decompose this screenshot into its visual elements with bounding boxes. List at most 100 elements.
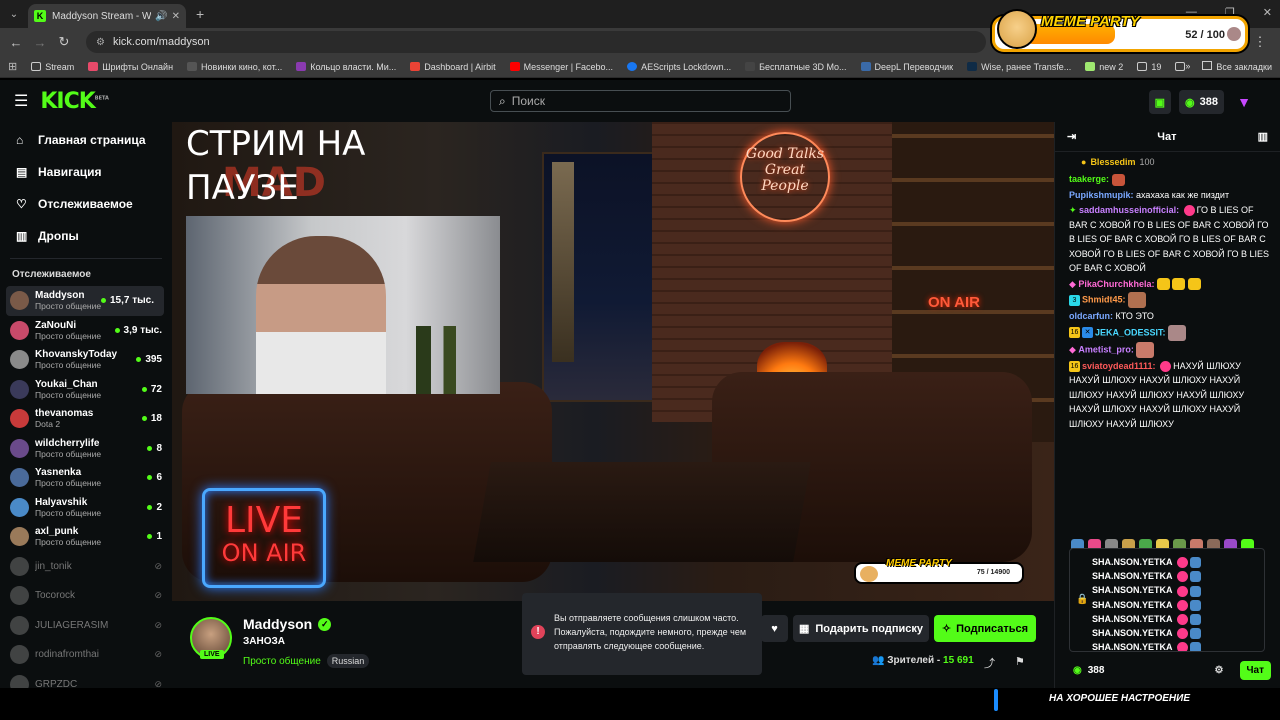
sidebar-channel-item[interactable]: wildcherrylife Просто общение 8	[0, 434, 172, 464]
search-input[interactable]: ⌕ Поиск	[490, 90, 791, 112]
bookmark-item[interactable]: Stream	[31, 62, 74, 72]
audio-icon[interactable]: 🔊	[155, 11, 167, 22]
bookmark-item[interactable]: Бесплатные 3D Mo...	[745, 62, 847, 72]
gift-icon: ▦	[798, 623, 810, 635]
bookmark-item[interactable]: new 2	[1085, 62, 1123, 72]
sidebar-channel-item[interactable]: Youkai_Chan Просто общение 72	[0, 375, 172, 405]
bookmarks-bar: ⊞ Stream Шрифты Онлайн Новинки кино, кот…	[0, 56, 1280, 78]
chat-users-icon[interactable]: ▥	[1258, 130, 1268, 143]
follow-button[interactable]: ✧ Подписаться	[934, 615, 1036, 642]
chat-message[interactable]: ◆ PikaChurchkhela:	[1069, 277, 1270, 292]
share-icon[interactable]: ⤴	[984, 655, 995, 671]
sidebar-channel-item[interactable]: KhovanskyToday Просто общение 395	[0, 345, 172, 375]
channel-viewer-count: 6	[156, 472, 162, 484]
browser-menu-icon[interactable]: ⋮	[1248, 34, 1272, 50]
channel-viewers: 395	[136, 354, 162, 365]
channel-avatar	[10, 527, 29, 547]
chat-input-line-text: SHA.NSON.YETKA	[1092, 571, 1173, 582]
bookmark-item[interactable]: AEScripts Lockdown...	[627, 62, 731, 72]
url-field[interactable]: ⚙ kick.com/maddyson	[86, 31, 986, 53]
youtube-icon	[509, 62, 520, 71]
kick-logo[interactable]: KICKBETA	[40, 89, 109, 114]
gift-sub-button[interactable]: ▦ Подарить подписку	[793, 615, 929, 642]
forward-icon[interactable]: →	[28, 35, 52, 50]
close-window-icon[interactable]: ✕	[1263, 6, 1272, 19]
sidebar-channel-item[interactable]: thevanomas Dota 2 18	[0, 404, 172, 434]
chat-message[interactable]: Pupikshmupik: ахахаха как же пиздит	[1069, 188, 1270, 203]
bookmark-item[interactable]: Шрифты Онлайн	[88, 62, 173, 72]
emote	[1176, 642, 1188, 651]
video-player[interactable]: MAD СТРИМ НА ПАУЗЕ Good Talks Great Peop…	[172, 122, 1054, 601]
doge-icon	[997, 9, 1037, 49]
chat-message[interactable]: ◆ Ametist_pro:	[1069, 341, 1270, 358]
chat-message[interactable]: taakerge:	[1069, 172, 1270, 187]
tab-list-dropdown-icon[interactable]: ⌄	[0, 0, 28, 28]
dashboard-icon: ▣	[1154, 96, 1166, 109]
sidebar-channel-item[interactable]: JULIAGERASIM ⊘	[0, 611, 172, 641]
folder-icon	[1175, 62, 1186, 71]
points-value: 388	[1199, 96, 1218, 108]
settings-icon[interactable]: ⚙	[1215, 665, 1224, 676]
folder-icon	[1202, 61, 1213, 70]
bookmark-item[interactable]: Кольцо власти. Ми...	[296, 62, 396, 72]
sidebar-channel-item[interactable]: Yasnenka Просто общение 6	[0, 463, 172, 493]
chat-message[interactable]: ✦ saddamhusseinofficial: ГО В LIES OF BA…	[1069, 203, 1270, 276]
sidebar-channel-item[interactable]: Maddyson Просто общение 15,7 тыс.	[6, 286, 164, 316]
channel-name: axl_punk	[35, 526, 79, 538]
points-button[interactable]: ◉ 388	[1179, 90, 1224, 114]
live-dot-icon	[141, 416, 147, 422]
bookmark-item[interactable]: Wise, ранее Transfe...	[967, 62, 1071, 72]
chat-message[interactable]: 16 sviatoydead1111: НАХУЙ ШЛЮХУ НАХУЙ ШЛЮ…	[1069, 359, 1270, 432]
all-bookmarks[interactable]: Все закладки	[1202, 61, 1272, 72]
sidebar-channel-item[interactable]: Halyavshik Просто общение 2	[0, 493, 172, 523]
streamer-figure	[256, 236, 386, 394]
heart-icon: ♥	[771, 622, 778, 635]
bookmark-item[interactable]: 19	[1137, 62, 1161, 72]
coin-icon	[1227, 27, 1241, 41]
channel-category: Просто общение	[35, 507, 102, 518]
sidebar-channel-item[interactable]: jin_tonik ⊘	[0, 552, 172, 582]
bookmark-item[interactable]: Новинки кино, кот...	[187, 62, 282, 72]
bookmark-item[interactable]: Messenger | Facebo...	[509, 62, 613, 72]
channel-viewer-count: 1	[156, 531, 162, 543]
sidebar-channel-item[interactable]: rodinafromthai ⊘	[0, 640, 172, 670]
reload-icon[interactable]: ↻	[52, 34, 76, 50]
bookmark-item[interactable]: Dashboard | Airbit	[410, 62, 496, 72]
site-info-icon[interactable]: ⚙	[96, 37, 105, 48]
new-tab-icon[interactable]: +	[196, 6, 204, 22]
nav-drops[interactable]: ▥ Дропы	[0, 220, 172, 252]
sidebar-channel-item[interactable]: GRPZDC ⊘	[0, 670, 172, 688]
sidebar-channel-item[interactable]: ZaNouNi Просто общение 3,9 тыс.	[0, 316, 172, 346]
chat-message[interactable]: 16 ✕ JEKA_ODESSIT:	[1069, 324, 1270, 341]
hamburger-menu-icon[interactable]: ☰	[14, 91, 28, 111]
collapse-chat-icon[interactable]: ⇥	[1067, 130, 1076, 143]
streamer-name[interactable]: Maddyson ✓	[243, 616, 332, 632]
back-icon[interactable]: ←	[4, 35, 28, 50]
stream-category: Просто общение Russian	[243, 654, 370, 668]
nav-home[interactable]: ⌂ Главная страница	[0, 124, 172, 156]
user-avatar-icon[interactable]: ▼	[1232, 90, 1256, 114]
bookmark-item[interactable]: DeepL Переводчик	[860, 62, 953, 72]
chat-input-line: SHA.NSON.YETKA	[1092, 640, 1264, 651]
language-tag[interactable]: Russian	[326, 654, 370, 668]
more-bookmarks-icon[interactable]: »	[1185, 61, 1190, 72]
nav-following[interactable]: ♡ Отслеживаемое	[0, 188, 172, 220]
chat-message[interactable]: oldcarfun: КТО ЭТО	[1069, 309, 1270, 324]
nav-browse[interactable]: ▤ Навигация	[0, 156, 172, 188]
send-chat-button[interactable]: Чат	[1239, 660, 1271, 680]
report-icon[interactable]: ⚑	[1015, 655, 1025, 671]
search-icon: ⌕	[499, 93, 506, 108]
like-button[interactable]: ♥	[761, 615, 788, 642]
browser-tab[interactable]: K Maddyson Stream - Watch 🔊 ✕	[28, 4, 186, 28]
channel-viewers: 1	[147, 531, 162, 542]
category-link[interactable]: Просто общение	[243, 656, 321, 667]
close-tab-icon[interactable]: ✕	[172, 11, 180, 22]
chat-input[interactable]: 🔒 SHA.NSON.YETKA SHA.NSON.YETKA SHA.NSON…	[1069, 548, 1265, 652]
creator-dashboard-button[interactable]: ▣	[1148, 90, 1172, 114]
sidebar-channel-item[interactable]: axl_punk Просто общение 1	[0, 522, 172, 552]
apps-grid-icon[interactable]: ⊞	[8, 60, 17, 73]
chat-message[interactable]: 3 Shmidt45:	[1069, 292, 1270, 308]
chat-input-line-text: SHA.NSON.YETKA	[1092, 613, 1173, 624]
sidebar-channel-item[interactable]: Tocorock ⊘	[0, 581, 172, 611]
live-badge: LIVE	[200, 650, 224, 659]
